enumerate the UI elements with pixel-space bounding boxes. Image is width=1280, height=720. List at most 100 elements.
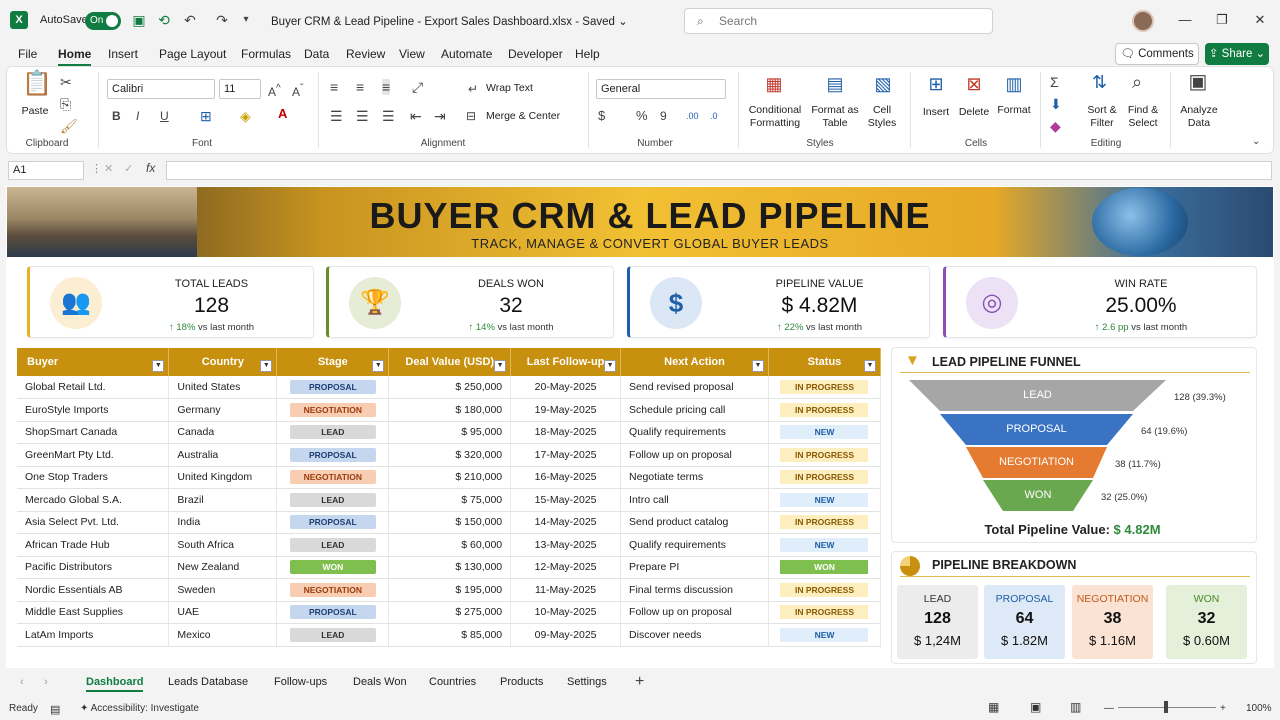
paste-icon[interactable]: 📋 (22, 72, 52, 106)
sheet-tab-deals-won[interactable]: Deals Won (353, 676, 407, 688)
undo-icon[interactable]: ↶ (182, 12, 198, 28)
fill-icon[interactable]: ⬇ (1050, 96, 1062, 112)
filter-dropdown-icon[interactable]: ▼ (494, 360, 507, 372)
sync-icon[interactable]: ⟲ (156, 12, 172, 28)
table-row[interactable]: Pacific Distributors New Zealand WON $ 130,… (17, 556, 882, 579)
insert-cells-button[interactable]: Insert (918, 106, 954, 119)
orientation-icon[interactable]: ⤢ (412, 79, 423, 95)
filter-dropdown-icon[interactable]: ▼ (260, 360, 273, 372)
align-right-icon[interactable]: ☰ (382, 108, 395, 124)
table-row[interactable]: Mercado Global S.A. Brazil LEAD $ 75,000 15-… (17, 488, 882, 512)
percent-icon[interactable]: % (636, 108, 648, 124)
menu-help[interactable]: Help (575, 47, 600, 61)
format-as-table-button[interactable]: Format as Table (808, 104, 862, 130)
table-row[interactable]: LatAm Imports Mexico LEAD $ 85,000 09-May-20… (17, 623, 882, 647)
paste-button[interactable]: Paste (18, 105, 52, 118)
filter-dropdown-icon[interactable]: ▼ (751, 360, 764, 372)
delete-cells-icon[interactable]: ⊠ (960, 75, 988, 100)
avatar[interactable] (1132, 10, 1154, 32)
minimize-icon[interactable]: — (1177, 12, 1193, 28)
format-cells-icon[interactable]: ▥ (1000, 75, 1028, 100)
zoom-in-icon[interactable]: + (1220, 703, 1226, 714)
search-box[interactable]: ⌕ Search (684, 8, 993, 34)
sheet-tab-settings[interactable]: Settings (567, 676, 607, 688)
table-row[interactable]: ShopSmart Canada Canada LEAD $ 95,000 18-May… (17, 421, 882, 444)
conditional-formatting-icon[interactable]: ▦ (761, 75, 787, 100)
menu-file[interactable]: File (18, 47, 37, 61)
table-row[interactable]: Middle East Supplies UAE PROPOSAL $ 275,000… (17, 601, 882, 624)
increase-decimal-icon[interactable]: .00 (686, 108, 699, 124)
insert-function-icon[interactable]: fx (146, 161, 155, 175)
italic-icon[interactable]: I (136, 108, 139, 124)
menu-review[interactable]: Review (346, 47, 385, 61)
sheet-tab-leads-database[interactable]: Leads Database (168, 676, 248, 688)
find-select-icon[interactable]: ⌕ (1132, 73, 1142, 91)
table-header-country[interactable]: Country ▼ (168, 348, 278, 376)
merge-center-button[interactable]: Merge & Center (486, 110, 560, 123)
table-row[interactable]: African Trade Hub South Africa LEAD $ 60,00… (17, 533, 882, 557)
menu-data[interactable]: Data (304, 47, 329, 61)
cell-styles-button[interactable]: Cell Styles (862, 104, 902, 130)
sheet-tab-follow-ups[interactable]: Follow-ups (274, 676, 327, 688)
zoom-out-icon[interactable]: — (1104, 703, 1114, 714)
font-color-icon[interactable]: A (278, 106, 287, 122)
number-format-dropdown[interactable]: General (596, 79, 726, 99)
sheet-tab-countries[interactable]: Countries (429, 676, 476, 688)
name-box[interactable]: A1 (8, 161, 84, 180)
table-header-status[interactable]: Status ▼ (768, 348, 882, 376)
restore-icon[interactable]: ❐ (1214, 12, 1230, 28)
align-middle-icon[interactable]: ≡ (356, 79, 364, 95)
align-center-icon[interactable]: ☰ (356, 108, 369, 124)
autosum-icon[interactable]: Σ (1050, 74, 1059, 90)
filter-dropdown-icon[interactable]: ▼ (372, 360, 385, 372)
bold-icon[interactable]: B (112, 108, 121, 124)
zoom-level[interactable]: 100% (1246, 703, 1272, 714)
menu-developer[interactable]: Developer (508, 47, 563, 61)
redo-icon[interactable]: ↷ (214, 12, 230, 28)
fill-color-icon[interactable]: ◈ (240, 108, 251, 124)
align-bottom-icon[interactable]: ≡ (382, 79, 391, 95)
filter-dropdown-icon[interactable]: ▼ (864, 360, 876, 372)
decrease-font-icon[interactable]: Aˇ (292, 81, 303, 100)
menu-formulas[interactable]: Formulas (241, 47, 291, 61)
format-painter-icon[interactable]: 🖌 (60, 118, 78, 134)
share-button[interactable]: ⇪ Share ⌄ (1205, 43, 1269, 65)
font-name-dropdown[interactable]: Calibri (107, 79, 215, 99)
sort-filter-button[interactable]: Sort & Filter (1082, 104, 1122, 130)
underline-icon[interactable]: U (160, 108, 169, 124)
analyze-data-icon[interactable]: ▣ (1184, 72, 1212, 100)
table-header-buyer[interactable]: Buyer ▼ (17, 348, 170, 376)
table-row[interactable]: Global Retail Ltd. United States PROPOSAL $… (17, 376, 882, 399)
table-row[interactable]: One Stop Traders United Kingdom NEGOTIATIO… (17, 466, 882, 489)
close-icon[interactable]: ✕ (1252, 12, 1268, 28)
align-top-icon[interactable]: ≡ (330, 79, 338, 95)
increase-font-icon[interactable]: A^ (268, 81, 281, 100)
menu-home[interactable]: Home (58, 47, 92, 67)
currency-icon[interactable]: $ (598, 108, 605, 124)
customize-toolbar-icon[interactable]: ▾ (238, 12, 254, 28)
table-header-deal-value-usd[interactable]: Deal Value (USD) ▼ (388, 348, 512, 376)
sheet-tab-products[interactable]: Products (500, 676, 543, 688)
insert-cells-icon[interactable]: ⊞ (922, 75, 950, 100)
menu-automate[interactable]: Automate (441, 47, 492, 61)
zoom-slider-thumb[interactable] (1164, 701, 1168, 713)
borders-icon[interactable]: ⊞ (200, 108, 212, 124)
normal-view-icon[interactable]: ▦ (988, 700, 999, 714)
cell-styles-icon[interactable]: ▧ (870, 75, 896, 100)
cut-icon[interactable]: ✂ (60, 74, 72, 90)
copy-icon[interactable]: ⎘ (60, 96, 71, 112)
table-header-last-follow-up[interactable]: Last Follow-up ▼ (510, 348, 622, 376)
decrease-indent-icon[interactable]: ⇤ (410, 108, 422, 124)
sort-filter-icon[interactable]: ⇅ (1092, 73, 1107, 91)
table-row[interactable]: Nordic Essentials AB Sweden NEGOTIATION $ 1… (17, 578, 882, 602)
comments-button[interactable]: 🗨 Comments (1115, 43, 1199, 65)
wrap-text-button[interactable]: Wrap Text (486, 82, 533, 95)
analyze-data-button[interactable]: Analyze Data (1178, 104, 1220, 130)
align-left-icon[interactable]: ☰ (330, 108, 343, 124)
menu-insert[interactable]: Insert (108, 47, 138, 61)
delete-cells-button[interactable]: Delete (956, 106, 992, 119)
menu-view[interactable]: View (399, 47, 425, 61)
filter-dropdown-icon[interactable]: ▼ (152, 360, 165, 372)
font-size-dropdown[interactable]: 11 (219, 79, 261, 99)
accessibility-status[interactable]: ✦ Accessibility: Investigate (80, 703, 199, 714)
